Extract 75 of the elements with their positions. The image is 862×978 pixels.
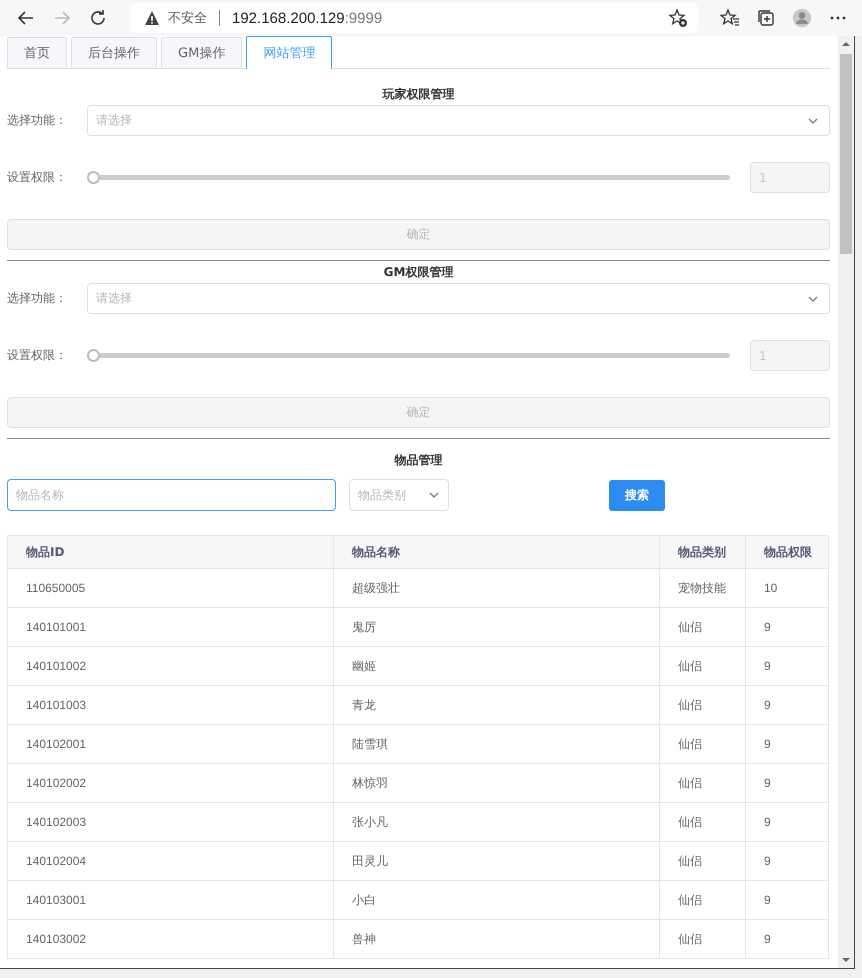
table-cell: 青龙 [334, 686, 660, 724]
table-cell: 140103001 [8, 880, 334, 920]
table-cell: 仙侣 [660, 646, 746, 686]
avatar-icon[interactable] [792, 8, 812, 28]
table-cell: 9 [746, 646, 828, 686]
function-select[interactable]: 请选择 [87, 283, 830, 314]
reload-icon[interactable] [88, 8, 108, 28]
table-cell: 林惊羽 [334, 764, 660, 802]
star-plus-icon[interactable] [668, 8, 688, 28]
table-cell: 仙侣 [660, 920, 746, 958]
table-cell: 9 [746, 920, 828, 958]
table-cell: 仙侣 [660, 880, 746, 920]
table-cell: 仙侣 [660, 802, 746, 842]
table-cell: 田灵儿 [334, 842, 660, 880]
scrollbar[interactable] [838, 36, 854, 968]
slider-thumb[interactable] [87, 349, 100, 362]
table-cell: 张小凡 [334, 802, 660, 842]
field-label: 选择功能： [7, 290, 68, 307]
table-cell: 140102001 [8, 724, 334, 764]
table-cell: 小白 [334, 880, 660, 920]
table-cell: 140101002 [8, 646, 334, 686]
table-cell: 鬼厉 [334, 608, 660, 646]
table-cell: 9 [746, 802, 828, 842]
field-label: 设置权限： [7, 347, 68, 364]
scroll-thumb[interactable] [840, 54, 852, 254]
section-title: 物品管理 [393, 452, 444, 469]
search-button[interactable]: 搜索 [609, 480, 665, 510]
column-header[interactable]: 物品ID [8, 536, 334, 568]
section-title: 玩家权限管理 [381, 86, 456, 103]
collections-icon[interactable] [756, 8, 776, 28]
table-cell: 仙侣 [660, 724, 746, 764]
favorites-icon[interactable] [720, 8, 740, 28]
security-label: 不安全 [168, 10, 207, 27]
table-cell: 9 [746, 842, 828, 880]
column-header[interactable]: 物品名称 [334, 536, 660, 568]
table-cell: 仙侣 [660, 686, 746, 724]
table-cell: 9 [746, 686, 828, 724]
scroll-up-icon[interactable] [841, 39, 851, 49]
table-cell: 140102002 [8, 764, 334, 802]
table-cell: 140101001 [8, 608, 334, 646]
table-cell: 超级强壮 [334, 568, 660, 608]
slider-thumb[interactable] [87, 171, 100, 184]
warning-icon [144, 10, 160, 26]
url-text: 192.168.200.129:9999 [232, 10, 384, 26]
table-cell: 仙侣 [660, 608, 746, 646]
table-cell: 9 [746, 880, 828, 920]
table-cell: 宠物技能 [660, 568, 746, 608]
table-cell: 仙侣 [660, 842, 746, 880]
table-cell: 110650005 [8, 568, 334, 608]
tab[interactable]: 后台操作 [71, 37, 157, 68]
item-name-field[interactable]: 物品名称 [7, 479, 336, 511]
column-header[interactable]: 物品权限 [746, 536, 828, 568]
category-select[interactable]: 物品类别 [349, 479, 449, 511]
tab[interactable]: 首页 [7, 37, 67, 68]
table-cell: 140102003 [8, 802, 334, 842]
table-cell: 140101003 [8, 686, 334, 724]
tab[interactable]: GM操作 [161, 37, 242, 68]
table-cell: 仙侣 [660, 764, 746, 802]
table-cell: 9 [746, 608, 828, 646]
table-cell: 9 [746, 764, 828, 802]
address-bar[interactable]: 不安全 192.168.200.129:9999 [130, 3, 698, 33]
function-select[interactable]: 请选择 [87, 105, 830, 136]
tab[interactable]: 网站管理 [246, 36, 332, 69]
column-header[interactable]: 物品类别 [660, 536, 746, 568]
table-cell: 陆雪琪 [334, 724, 660, 764]
table-cell: 140103002 [8, 920, 334, 958]
table-cell: 幽姬 [334, 646, 660, 686]
section-title: GM权限管理 [382, 264, 454, 281]
table-cell: 兽神 [334, 920, 660, 958]
table-cell: 140102004 [8, 842, 334, 880]
table-cell: 9 [746, 724, 828, 764]
field-label: 选择功能： [7, 112, 68, 129]
table-cell: 10 [746, 568, 828, 608]
scroll-down-icon[interactable] [841, 955, 851, 965]
field-label: 设置权限： [7, 169, 68, 186]
